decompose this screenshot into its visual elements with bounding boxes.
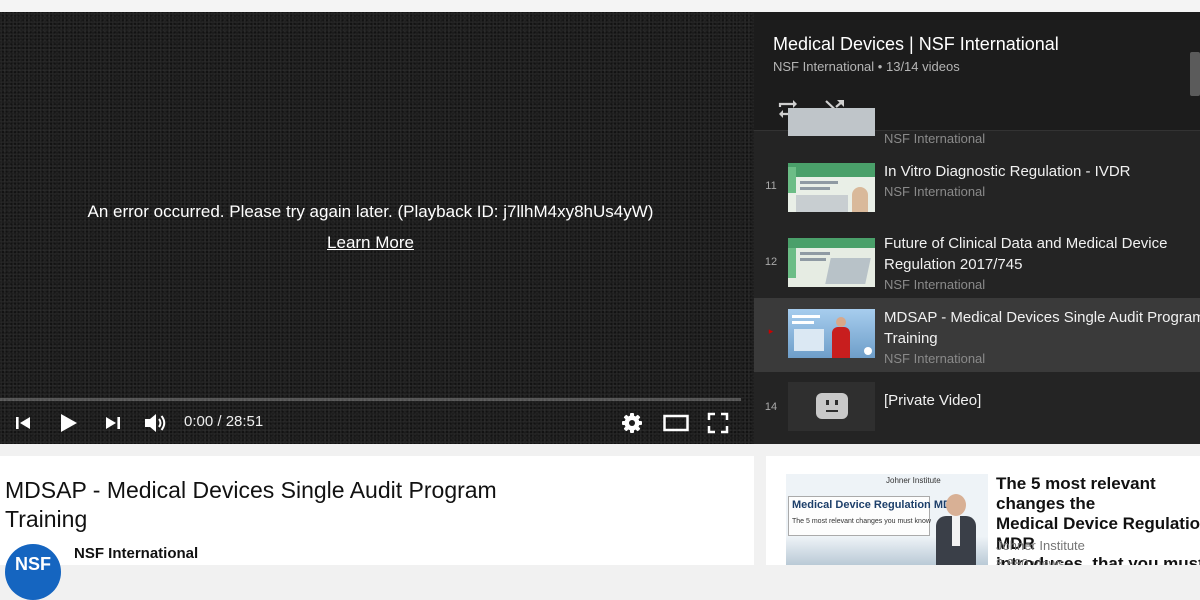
playlist-item-title-line2: Regulation 2017/745 bbox=[884, 256, 1023, 273]
recommendation-channel[interactable]: Johner Institute bbox=[996, 538, 1085, 553]
thumb-heading: Medical Device Regulation MDR bbox=[792, 499, 959, 511]
settings-icon bbox=[622, 413, 642, 433]
playlist-item-channel: NSF International bbox=[884, 184, 986, 199]
volume-button[interactable] bbox=[140, 404, 172, 442]
thumb-brand: Johner Institute bbox=[886, 476, 941, 485]
volume-icon bbox=[145, 414, 166, 432]
playlist-item-channel: NSF International bbox=[884, 277, 986, 292]
progress-bar[interactable] bbox=[0, 398, 741, 401]
playlist-item-title: [Private Video] bbox=[884, 392, 982, 409]
playlist-item[interactable]: NSF International bbox=[754, 108, 1200, 150]
skip-next-icon bbox=[106, 417, 120, 429]
recommendation-thumbnail[interactable]: Johner Institute Medical Device Regulati… bbox=[786, 474, 988, 565]
theater-mode-icon bbox=[663, 414, 689, 432]
playlist-item-now-playing[interactable]: ▸ MDSAP - Medical Devices Single Audit P… bbox=[754, 298, 1200, 372]
skip-previous-icon bbox=[16, 417, 30, 429]
private-video-thumbnail bbox=[788, 382, 875, 431]
thumb-subheading: The 5 most relevant changes you must kno… bbox=[792, 518, 931, 525]
playlist-item-title-line1: MDSAP - Medical Devices Single Audit Pro… bbox=[884, 309, 1200, 326]
playlist-title[interactable]: Medical Devices | NSF International bbox=[773, 34, 1059, 55]
playlist-item[interactable]: 11 In Vitro Diagnostic Regulation - IVDR… bbox=[754, 150, 1200, 222]
playlist-item-title-line1: Future of Clinical Data and Medical Devi… bbox=[884, 235, 1168, 252]
playlist-item-thumbnail bbox=[788, 108, 875, 136]
playlist-panel: Medical Devices | NSF International NSF … bbox=[754, 12, 1200, 444]
learn-more-link[interactable]: Learn More bbox=[327, 233, 414, 252]
video-title-line2: Training bbox=[5, 506, 88, 532]
channel-name[interactable]: NSF International bbox=[74, 545, 198, 562]
playlist-subtitle: NSF International • 13/14 videos bbox=[773, 59, 960, 74]
playlist-item-channel: NSF International bbox=[884, 351, 986, 366]
video-player[interactable]: An error occurred. Please try again late… bbox=[0, 12, 754, 444]
video-title-line1: MDSAP - Medical Devices Single Audit Pro… bbox=[5, 477, 497, 503]
playlist-item[interactable]: 12 Future of Clinical Data and Medical D… bbox=[754, 222, 1200, 296]
playlist-item-title-line2: Training bbox=[884, 330, 938, 347]
settings-button[interactable] bbox=[616, 404, 648, 442]
learn-more-container: Learn More bbox=[0, 233, 741, 253]
playlist-scrollbar[interactable] bbox=[1190, 52, 1200, 96]
playlist-position: 13/14 videos bbox=[885, 59, 960, 74]
play-icon bbox=[61, 414, 77, 432]
recommendation-views: 8,880 views bbox=[996, 556, 1065, 565]
playlist-channel[interactable]: NSF International bbox=[773, 59, 874, 74]
playlist-item-thumbnail bbox=[788, 163, 875, 212]
recommendation-title-line1: The 5 most relevant changes the bbox=[996, 474, 1156, 513]
channel-avatar[interactable]: NSF bbox=[5, 544, 61, 600]
video-info: MDSAP - Medical Devices Single Audit Pro… bbox=[0, 456, 754, 600]
fullscreen-icon bbox=[707, 412, 729, 434]
now-playing-icon: ▸ bbox=[768, 326, 774, 336]
theater-mode-button[interactable] bbox=[660, 404, 692, 442]
playlist-separator: • bbox=[877, 59, 883, 74]
playlist-item-thumbnail bbox=[788, 309, 875, 358]
play-button[interactable] bbox=[52, 404, 84, 442]
skip-previous-button[interactable] bbox=[8, 404, 38, 442]
fullscreen-button[interactable] bbox=[702, 404, 734, 442]
playlist-item-index: 11 bbox=[765, 180, 777, 192]
playlist-item-index: 14 bbox=[764, 401, 778, 413]
playlist-item-channel: NSF International bbox=[884, 131, 986, 146]
playlist-item-index: 12 bbox=[764, 256, 778, 268]
video-title: MDSAP - Medical Devices Single Audit Pro… bbox=[5, 476, 545, 534]
time-display: 0:00 / 28:51 bbox=[184, 413, 264, 430]
playlist-item-thumbnail bbox=[788, 238, 875, 287]
top-strip bbox=[0, 0, 1200, 12]
recommendation-card[interactable]: Johner Institute Medical Device Regulati… bbox=[766, 456, 1200, 565]
playlist-item[interactable]: 14 [Private Video] bbox=[754, 374, 1200, 444]
player-controls: 0:00 / 28:51 bbox=[0, 404, 754, 444]
error-message: An error occurred. Please try again late… bbox=[87, 202, 654, 221]
skip-next-button[interactable] bbox=[98, 404, 128, 442]
playlist-item-title: In Vitro Diagnostic Regulation - IVDR bbox=[884, 163, 1131, 180]
